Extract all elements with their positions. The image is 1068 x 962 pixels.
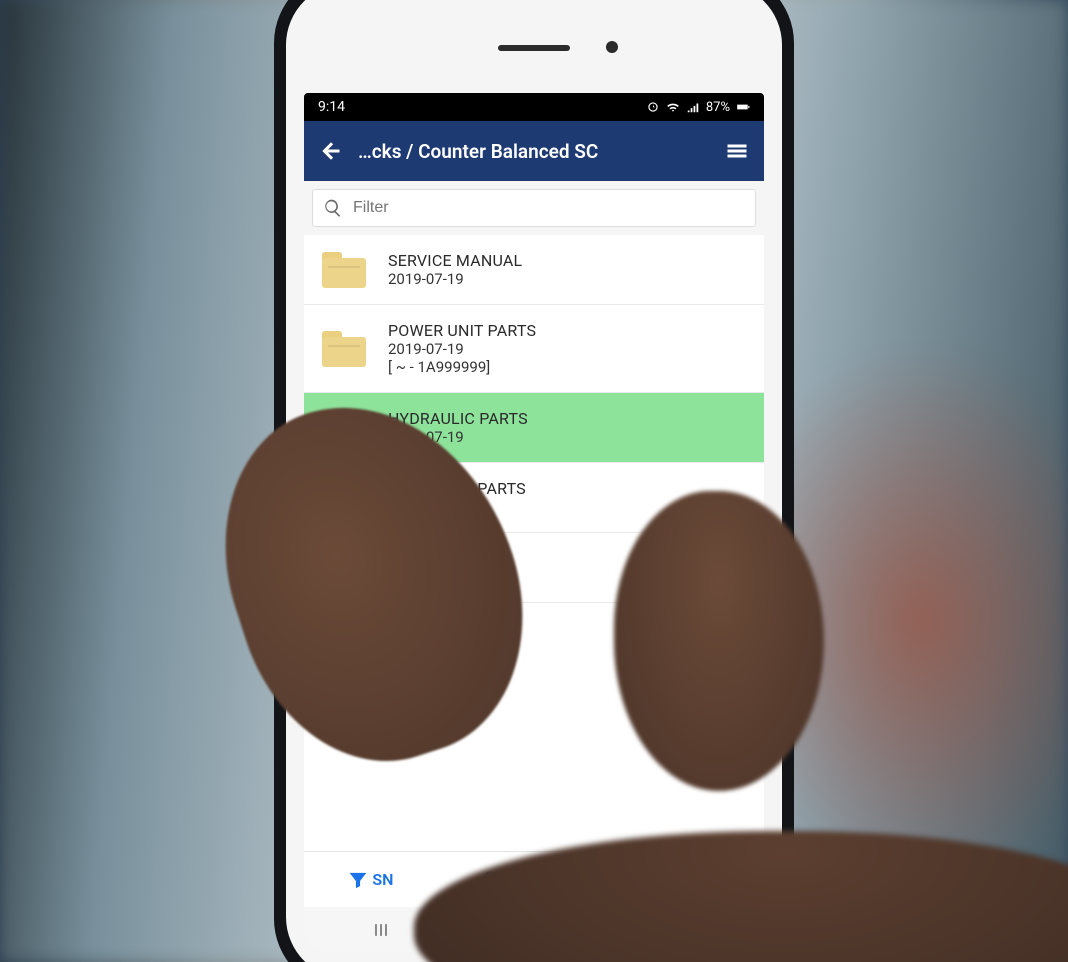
folder-icon: [322, 480, 366, 516]
back-button[interactable]: [318, 138, 344, 164]
list-item-date: 2019-07-19: [388, 428, 528, 446]
app-header: …cks / Counter Balanced SC: [304, 121, 764, 181]
list-item-text: SERVICE MANUAL2019-07-19: [388, 251, 522, 288]
menu-button[interactable]: [724, 138, 750, 164]
list-item-date: 2019-07-19: [388, 498, 526, 516]
phone-frame: 9:14 87% …cks / Counter Balanced SC: [274, 0, 794, 962]
funnel-icon: [348, 870, 368, 890]
battery-percent: 87%: [706, 100, 730, 115]
list-item-text: HYDRAULIC PARTS2019-07-19: [388, 409, 528, 446]
phone-body: 9:14 87% …cks / Counter Balanced SC: [286, 0, 782, 962]
filter-input[interactable]: [353, 199, 745, 217]
physical-home-button[interactable]: [502, 903, 566, 962]
search-label: Search: [506, 870, 556, 889]
signal-icon: [686, 100, 700, 114]
list-item-title: HYDRAULIC PARTS: [388, 409, 528, 428]
toolbar: SN Search Update: [304, 851, 764, 907]
list-item-title: SERVICE MANUAL: [388, 251, 522, 270]
alarm-icon: [646, 100, 660, 114]
wifi-icon: [666, 100, 680, 114]
update-button[interactable]: Update: [645, 870, 720, 890]
page-title: …cks / Counter Balanced SC: [358, 140, 710, 163]
phone-camera: [606, 41, 618, 53]
back-nav-button[interactable]: [647, 920, 727, 940]
list-item[interactable]: POWER UNIT PARTS2019-07-19[ ~ - 1A999999…: [304, 305, 764, 393]
refresh-icon: [645, 870, 665, 890]
folder-icon: [322, 550, 366, 586]
update-label: Update: [669, 870, 720, 889]
list-item-title: POWER UNIT PARTS: [388, 321, 536, 340]
sn-label: SN: [372, 870, 393, 889]
list-item-date: 2019-07-19: [388, 270, 522, 288]
list-item-text: DRIVE UNIT PARTS2019-07-19: [388, 479, 526, 516]
list-item-extra: [ ~ - 1A999999]: [388, 358, 536, 376]
status-icons: 87%: [646, 100, 750, 115]
list-item[interactable]: HYDRAULIC PARTS2019-07-19: [304, 393, 764, 463]
list-item-text: BRAKE PARTS2019-07-19: [388, 549, 491, 586]
search-icon: [482, 870, 502, 890]
list-item-title: BRAKE PARTS: [388, 549, 491, 568]
folder-icon: [322, 331, 366, 367]
folder-icon: [322, 252, 366, 288]
recents-button[interactable]: [341, 920, 421, 940]
list-item-title: DRIVE UNIT PARTS: [388, 479, 526, 498]
list-item-date: 2019-07-19: [388, 568, 491, 586]
filter-area: [304, 181, 764, 235]
list-item[interactable]: SERVICE MANUAL2019-07-19: [304, 235, 764, 305]
search-icon: [323, 198, 343, 218]
status-bar: 9:14 87%: [304, 93, 764, 121]
list-item[interactable]: DRIVE UNIT PARTS2019-07-19: [304, 463, 764, 533]
folder-icon: [322, 410, 366, 446]
sn-filter-button[interactable]: SN: [348, 870, 393, 890]
search-button[interactable]: Search: [482, 870, 556, 890]
list-item-text: POWER UNIT PARTS2019-07-19[ ~ - 1A999999…: [388, 321, 536, 376]
list-item[interactable]: BRAKE PARTS2019-07-19: [304, 533, 764, 603]
phone-speaker: [498, 45, 570, 51]
battery-icon: [736, 100, 750, 114]
filter-box[interactable]: [312, 189, 756, 227]
list-item-date: 2019-07-19: [388, 340, 536, 358]
app-screen: 9:14 87% …cks / Counter Balanced SC: [304, 93, 764, 953]
folder-list: SERVICE MANUAL2019-07-19POWER UNIT PARTS…: [304, 235, 764, 851]
status-time: 9:14: [318, 99, 345, 115]
